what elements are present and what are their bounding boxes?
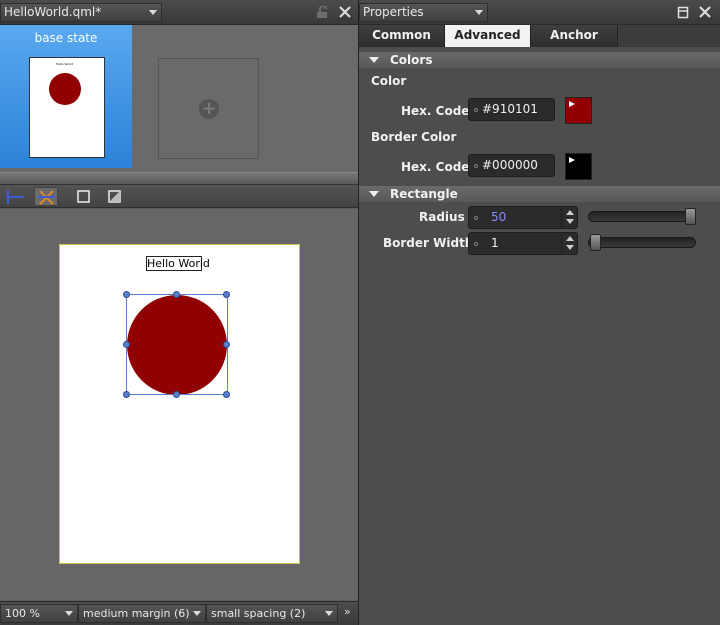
rect-icon[interactable]	[72, 187, 96, 206]
resize-handle[interactable]	[123, 391, 130, 398]
canvas-toolbar	[0, 185, 358, 208]
border-width-spinbox[interactable]: 1	[468, 232, 578, 255]
chevron-down-icon[interactable]	[566, 245, 574, 250]
document-selector[interactable]: HelloWorld.qml*	[0, 3, 162, 22]
expression-dot-icon	[474, 216, 478, 220]
selection-frame	[126, 294, 228, 395]
spacing-value: small spacing (2)	[211, 607, 306, 620]
radius-value: 50	[491, 210, 507, 224]
border-hex-label: Hex. Code	[401, 160, 470, 174]
panel-selector[interactable]: Properties	[359, 3, 488, 22]
chevron-down-icon	[149, 10, 157, 15]
zoom-selector[interactable]: 100 %	[0, 604, 78, 623]
zoom-value: 100 %	[5, 607, 40, 620]
expression-dot-icon	[474, 242, 478, 246]
rectangle-section-title: Rectangle	[390, 187, 458, 201]
thumbnail-text: Hello World	[56, 62, 74, 66]
spacing-selector[interactable]: small spacing (2)	[206, 604, 338, 623]
states-scrollbar[interactable]	[0, 172, 358, 185]
tab-anchor[interactable]: Anchor	[531, 25, 618, 47]
plus-icon: +	[199, 99, 219, 119]
chevron-down-icon	[325, 611, 333, 616]
radius-label: Radius	[419, 210, 465, 224]
base-state-item[interactable]: base state Hello World	[0, 25, 132, 168]
resize-handle[interactable]	[173, 291, 180, 298]
border-width-slider[interactable]	[588, 234, 696, 251]
border-width-label: Border Width	[383, 236, 474, 250]
close-icon[interactable]	[338, 5, 352, 19]
color-label: Color	[371, 74, 407, 88]
expression-dot-icon	[474, 164, 478, 168]
properties-titlebar: Properties	[359, 0, 720, 25]
border-color-label: Border Color	[371, 130, 457, 144]
resize-handle[interactable]	[123, 341, 130, 348]
radius-slider-handle[interactable]	[685, 208, 696, 225]
color-hex-input[interactable]: #910101	[468, 98, 555, 121]
radius-spin-buttons[interactable]	[561, 207, 577, 228]
chevron-up-icon[interactable]	[566, 236, 574, 241]
border-hex-value: #000000	[482, 158, 538, 172]
tab-advanced[interactable]: Advanced	[445, 25, 531, 47]
base-state-label: base state	[34, 31, 98, 45]
border-width-slider-handle[interactable]	[590, 234, 601, 251]
thumbnail-circle	[49, 73, 81, 105]
root-item[interactable]: Hello World	[59, 244, 300, 564]
chevron-down-icon	[193, 611, 201, 616]
resize-handle[interactable]	[173, 391, 180, 398]
expression-dot-icon	[474, 108, 478, 112]
color-hex-label: Hex. Code	[401, 104, 470, 118]
overflow-icon[interactable]: »	[344, 605, 351, 618]
base-state-thumbnail: Hello World	[29, 57, 105, 158]
resize-handle[interactable]	[223, 291, 230, 298]
rectangle-section-header[interactable]: Rectangle	[359, 186, 720, 202]
close-icon[interactable]	[698, 5, 712, 19]
chevron-up-icon[interactable]	[566, 210, 574, 215]
background-icon[interactable]	[103, 187, 127, 206]
resize-handle[interactable]	[223, 391, 230, 398]
design-canvas[interactable]: Hello World	[0, 209, 358, 600]
resize-handle[interactable]	[223, 341, 230, 348]
color-hex-value: #910101	[482, 102, 538, 116]
snap-icon[interactable]	[34, 187, 58, 206]
chevron-down-icon	[475, 10, 483, 15]
color-swatch[interactable]	[565, 97, 592, 124]
anchor-icon[interactable]	[4, 187, 28, 206]
margin-value: medium margin (6)	[83, 607, 190, 620]
lock-icon[interactable]	[316, 5, 330, 19]
collapse-triangle-icon	[369, 57, 379, 63]
margin-selector[interactable]: medium margin (6)	[78, 604, 206, 623]
border-color-swatch[interactable]	[565, 153, 592, 180]
editor-statusbar: 100 % medium margin (6) small spacing (2…	[0, 601, 358, 625]
flag-icon	[569, 101, 575, 107]
border-width-spin-buttons[interactable]	[561, 233, 577, 254]
collapse-triangle-icon	[369, 191, 379, 197]
chevron-down-icon	[65, 611, 73, 616]
float-icon[interactable]	[677, 6, 689, 19]
add-state-button[interactable]: +	[158, 58, 259, 159]
states-bar: base state Hello World +	[0, 25, 358, 172]
tab-common[interactable]: Common	[359, 25, 445, 47]
radius-spinbox[interactable]: 50	[468, 206, 578, 229]
border-hex-input[interactable]: #000000	[468, 154, 555, 177]
resize-handle[interactable]	[123, 291, 130, 298]
panel-title: Properties	[363, 5, 424, 19]
border-width-value: 1	[491, 236, 499, 250]
document-title: HelloWorld.qml*	[4, 5, 102, 19]
property-tabs: Common Advanced Anchor	[359, 25, 720, 47]
colors-section-title: Colors	[390, 53, 433, 67]
editor-titlebar: HelloWorld.qml*	[0, 0, 358, 25]
hello-world-text[interactable]: Hello World	[146, 256, 210, 271]
chevron-down-icon[interactable]	[566, 219, 574, 224]
colors-section-header[interactable]: Colors	[359, 52, 720, 68]
radius-slider[interactable]	[588, 208, 696, 225]
properties-panel: Properties Common Advanced Anchor Colors…	[359, 0, 720, 625]
form-editor-panel: HelloWorld.qml* base state Hello World +	[0, 0, 358, 625]
flag-icon	[569, 157, 575, 163]
